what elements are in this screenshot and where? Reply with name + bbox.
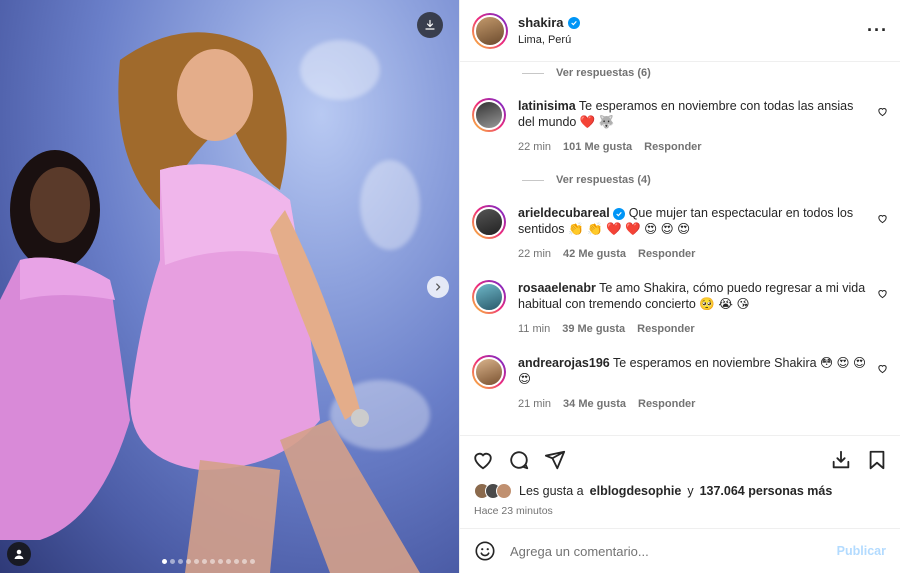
carousel-dot[interactable] (210, 559, 215, 564)
tagged-users-button[interactable] (7, 542, 31, 566)
heart-icon[interactable] (877, 363, 888, 374)
likes-count[interactable]: 137.064 personas más (700, 484, 833, 498)
carousel-dot[interactable] (234, 559, 239, 564)
reply-button[interactable]: Responder (638, 246, 695, 262)
add-comment-bar: Publicar (460, 528, 900, 573)
comment-likes[interactable]: 39 Me gusta (562, 321, 625, 337)
author-avatar[interactable] (472, 12, 508, 49)
comment-icon[interactable] (508, 449, 530, 471)
reply-button[interactable]: Responder (638, 396, 695, 412)
heart-icon[interactable] (472, 449, 494, 471)
bookmark-icon[interactable] (866, 449, 888, 471)
publish-button[interactable]: Publicar (837, 544, 886, 558)
view-replies-button[interactable]: Ver respuestas (6) (522, 62, 888, 84)
instagram-post-modal: shakira Lima, Perú ··· Ver respuestas (6… (0, 0, 900, 573)
likes-summary: Les gusta a elblogdesophie y 137.064 per… (460, 483, 900, 499)
carousel-dot[interactable] (218, 559, 223, 564)
verified-badge-icon (567, 16, 580, 29)
carousel-dot[interactable] (250, 559, 255, 564)
carousel-dot[interactable] (226, 559, 231, 564)
performers-illustration (0, 32, 420, 573)
comment-avatar[interactable] (472, 280, 506, 314)
carousel-dot[interactable] (242, 559, 247, 564)
comment-likes[interactable]: 101 Me gusta (563, 139, 632, 155)
comment-item: rosaaelenabr Te amo Shakira, cómo puedo … (472, 280, 888, 337)
reply-button[interactable]: Responder (637, 321, 694, 337)
view-replies-button[interactable]: Ver respuestas (4) (522, 169, 888, 191)
comment-avatar[interactable] (472, 205, 506, 239)
liker-username[interactable]: elblogdesophie (590, 484, 682, 498)
comment-avatar[interactable] (472, 98, 506, 132)
verified-badge-icon (613, 208, 626, 220)
carousel-dot[interactable] (178, 559, 183, 564)
user-icon (14, 549, 24, 559)
download-icon[interactable] (830, 449, 852, 471)
post-actions-bar (460, 435, 900, 483)
next-photo-button[interactable] (427, 276, 449, 298)
post-side-panel: shakira Lima, Perú ··· Ver respuestas (6… (459, 0, 900, 573)
comment-avatar[interactable] (472, 355, 506, 389)
post-timestamp[interactable]: Hace 23 minutos (460, 499, 900, 517)
reply-button[interactable]: Responder (644, 139, 701, 155)
likes-conjunction: y (687, 484, 694, 498)
likes-prefix: Les gusta a (519, 484, 584, 498)
carousel-dot[interactable] (202, 559, 207, 564)
carousel-dot[interactable] (170, 559, 175, 564)
comment-time[interactable]: 21 min (518, 396, 551, 412)
liker-avatars[interactable] (474, 483, 512, 499)
download-icon (425, 19, 435, 30)
comment-time[interactable]: 22 min (518, 246, 551, 262)
comment-likes[interactable]: 34 Me gusta (563, 396, 626, 412)
share-icon[interactable] (544, 449, 566, 471)
emoji-icon[interactable] (474, 540, 496, 562)
author-username[interactable]: shakira (518, 15, 564, 30)
chevron-right-icon (436, 283, 441, 291)
comment-username[interactable]: andrearojas196 (518, 356, 610, 370)
heart-icon[interactable] (877, 106, 888, 117)
post-photo[interactable] (0, 0, 459, 573)
post-header: shakira Lima, Perú ··· (460, 0, 900, 62)
comment-likes[interactable]: 42 Me gusta (563, 246, 626, 262)
comment-item: andrearojas196 Te esperamos en noviembre… (472, 355, 888, 412)
heart-icon[interactable] (877, 213, 888, 224)
carousel-indicator (162, 559, 255, 564)
carousel-dot[interactable] (162, 559, 167, 564)
comment-time[interactable]: 22 min (518, 139, 551, 155)
carousel-dot[interactable] (186, 559, 191, 564)
comment-username[interactable]: latinisima (518, 99, 576, 113)
download-button[interactable] (417, 12, 443, 38)
comment-item: latinisima Te esperamos en noviembre con… (472, 98, 888, 155)
carousel-dot[interactable] (194, 559, 199, 564)
comment-username[interactable]: rosaaelenabr (518, 281, 596, 295)
heart-icon[interactable] (877, 288, 888, 299)
comments-list[interactable]: Ver respuestas (6) latinisima Te esperam… (460, 62, 900, 435)
comment-item: arieldecubareal Que mujer tan espectacul… (472, 205, 888, 262)
comment-time[interactable]: 11 min (518, 321, 550, 337)
comment-username[interactable]: arieldecubareal (518, 206, 610, 220)
comment-input[interactable] (510, 543, 837, 559)
more-options-icon[interactable]: ··· (867, 20, 888, 41)
post-location[interactable]: Lima, Perú (518, 34, 867, 46)
